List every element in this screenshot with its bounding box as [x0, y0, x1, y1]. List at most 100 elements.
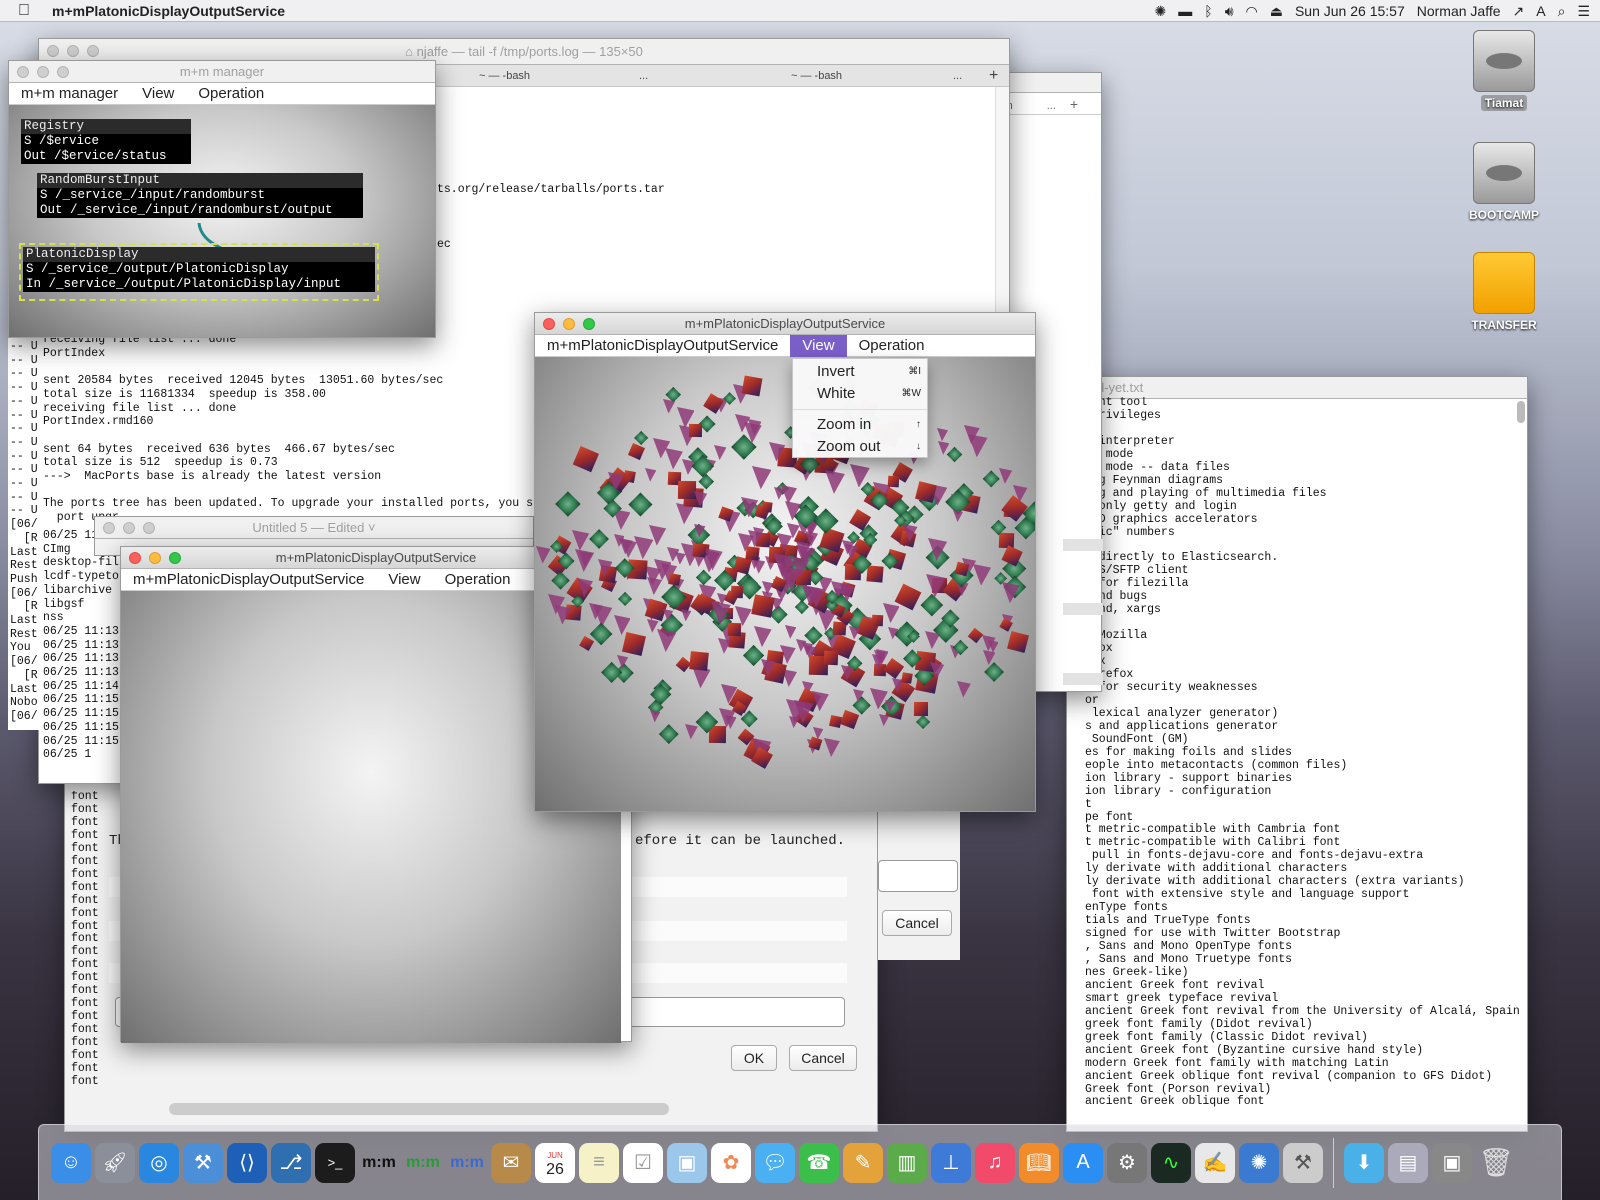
menu-item-invert[interactable]: Invert ⌘I [793, 361, 927, 383]
menu-app[interactable]: m+mPlatonicDisplayOutputService [535, 335, 790, 357]
eject-icon[interactable]: ⏏ [1270, 4, 1283, 18]
pages-icon[interactable]: ✎ [843, 1142, 883, 1183]
zoom-button[interactable] [169, 552, 181, 564]
downloads-folder-icon[interactable]: ⬇ [1344, 1142, 1384, 1183]
bluetooth-icon[interactable]: ᛒ [1204, 4, 1212, 18]
trash-icon[interactable]: 🗑︎ [1476, 1143, 1516, 1183]
script-editor-icon[interactable]: ✍ [1195, 1142, 1235, 1183]
menu-operation[interactable]: Operation [186, 83, 276, 105]
ibooks-icon[interactable]: 📖︎ [1019, 1142, 1059, 1183]
minimize-button[interactable] [563, 318, 575, 330]
pyramid-shape [650, 710, 661, 723]
add-tab-icon[interactable]: + [989, 65, 998, 87]
pyramid-shape [926, 574, 946, 598]
zoom-button[interactable] [583, 318, 595, 330]
menu-app[interactable]: m+mPlatonicDisplayOutputService [121, 569, 376, 591]
menu-operation[interactable]: Operation [847, 335, 937, 357]
finder-icon[interactable]: ☺ [51, 1142, 91, 1183]
pyramid-shape [656, 628, 676, 652]
menu-item-white[interactable]: White ⌘W [793, 383, 927, 405]
launchpad-icon[interactable]: 🚀︎ [95, 1142, 135, 1183]
pyramid-shape [879, 713, 890, 727]
tab-1[interactable]: ~ — -bash [479, 65, 530, 87]
messages-icon[interactable]: 💬︎ [755, 1142, 795, 1183]
desktop-icon-transfer[interactable]: TRANSFER [1454, 252, 1554, 332]
mm-requests-icon[interactable]: m:m [447, 1143, 487, 1183]
menu-view[interactable]: View [790, 334, 847, 357]
cube-shape [1006, 631, 1029, 653]
cancel-button-2[interactable]: Cancel [882, 910, 952, 936]
stack-icon[interactable]: ▤ [1388, 1142, 1428, 1183]
xcode-icon[interactable]: ⚒ [183, 1142, 223, 1183]
desktop-icon-bootcamp[interactable]: BOOTCAMP [1454, 142, 1554, 222]
app-store-icon[interactable]: A [1063, 1142, 1103, 1183]
mm-service-icon[interactable]: m:m [403, 1143, 443, 1183]
visual-studio-code-icon[interactable]: ⟨⟩ [227, 1142, 267, 1183]
menu-view[interactable]: View [130, 83, 186, 105]
pyramid-shape [825, 470, 846, 495]
tools-icon[interactable]: ⚒ [1283, 1142, 1323, 1183]
close-button[interactable] [543, 318, 555, 330]
cube-shape [745, 546, 760, 562]
sourcetree-icon[interactable]: ⎇ [271, 1142, 311, 1183]
keynote-icon[interactable]: ⊥ [931, 1142, 971, 1183]
script-icon[interactable]: ↗ [1513, 4, 1525, 18]
reminders-icon[interactable]: ☑ [623, 1142, 663, 1183]
status-icon[interactable]: ✺ [1155, 4, 1167, 18]
terminal-log[interactable]: 06/25 11:13 CImg desktop-fil lcdf-typeto… [43, 529, 119, 762]
screenshot-stack-icon[interactable]: ▣ [1432, 1142, 1472, 1183]
platonic-display-block[interactable]: PlatonicDisplay S /_service_/output/Plat… [23, 247, 375, 292]
volume-icon[interactable]: 🔊︎ [1225, 4, 1234, 18]
cube-shape [866, 565, 884, 584]
window-title: d-yet.txt [1067, 377, 1527, 399]
tab-2[interactable]: ~ — -bash [791, 65, 842, 87]
contacts-icon[interactable]: ✉ [491, 1142, 531, 1183]
menu-view[interactable]: View [376, 569, 432, 591]
scrollbar[interactable] [1517, 401, 1525, 423]
clock[interactable]: Sun Jun 26 15:57 [1295, 3, 1405, 19]
pyramid-shape [952, 509, 963, 523]
app-name[interactable]: m+mPlatonicDisplayOutputService [52, 3, 285, 19]
notes-icon[interactable]: ≡ [579, 1142, 619, 1183]
spotlight-icon[interactable]: ⌕ [1558, 4, 1566, 18]
facetime-icon[interactable]: ☎ [799, 1142, 839, 1183]
registry-block[interactable]: Registry S /$ervice Out /$ervice/status [21, 119, 191, 164]
menu-app[interactable]: m+m manager [9, 83, 130, 105]
randomburst-block[interactable]: RandomBurstInput S /_service_/input/rand… [37, 173, 363, 218]
apple-icon[interactable]:  [18, 2, 40, 20]
ok-button[interactable]: OK [731, 1045, 777, 1071]
pyramid-shape [754, 626, 773, 648]
preview-icon[interactable]: ▣ [667, 1142, 707, 1183]
activity-monitor-icon[interactable]: ∿ [1151, 1142, 1191, 1183]
network-utility-icon[interactable]: ✺ [1239, 1142, 1279, 1183]
desktop-icon-tiamat[interactable]: Tiamat [1454, 30, 1554, 111]
wifi-icon[interactable]: ◠ [1246, 4, 1258, 18]
dialog-field[interactable] [878, 860, 958, 892]
menu-item-zoom-in[interactable]: Zoom in ↑ [793, 414, 927, 436]
cancel-button[interactable]: Cancel [789, 1045, 857, 1071]
menu-item-zoom-out[interactable]: Zoom out ↓ [793, 436, 927, 458]
display-canvas[interactable] [535, 357, 1035, 811]
user-name[interactable]: Norman Jaffe [1417, 3, 1501, 19]
safari-icon[interactable]: ◎ [139, 1142, 179, 1183]
accessibility-icon[interactable]: A [1536, 4, 1545, 18]
mm-manager-icon[interactable]: m:m [359, 1143, 399, 1183]
notification-center-icon[interactable]: ☰ [1577, 4, 1590, 18]
itunes-icon[interactable]: ♫ [975, 1142, 1015, 1183]
pyramid-shape [1002, 581, 1020, 604]
close-button[interactable] [129, 552, 141, 564]
service-canvas[interactable]: Registry S /$ervice Out /$ervice/status … [9, 105, 435, 337]
battery-icon[interactable]: ▬ [1178, 4, 1192, 18]
numbers-icon[interactable]: ▥ [887, 1142, 927, 1183]
minimize-button[interactable] [149, 552, 161, 564]
calendar-icon[interactable]: JUN 26 [535, 1142, 575, 1183]
scrollbar[interactable] [169, 1103, 669, 1115]
photos-icon[interactable]: ✿ [711, 1142, 751, 1183]
pyramid-shape [644, 468, 656, 482]
system-preferences-icon[interactable]: ⚙ [1107, 1142, 1147, 1183]
textfile-content[interactable]: ment tool privileges d interpreter er mo… [1085, 397, 1520, 1109]
pyramid-shape [885, 700, 896, 713]
terminal-icon[interactable]: >_ [315, 1142, 355, 1183]
terminal-output[interactable]: receiving file list ... done PortIndex s… [43, 333, 540, 525]
menu-operation[interactable]: Operation [433, 569, 523, 591]
